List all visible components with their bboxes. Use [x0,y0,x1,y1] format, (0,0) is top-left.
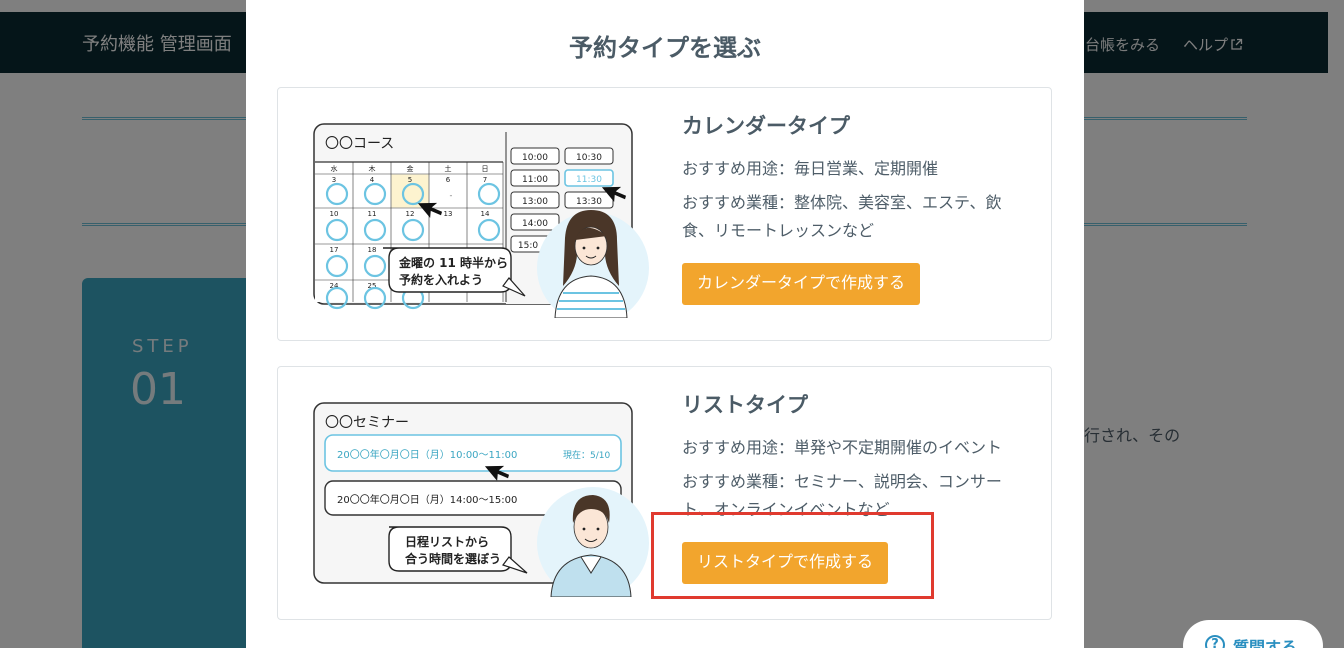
list-illustration: 〇〇セミナー 20〇〇年〇月〇日（月）10:00〜11:00 現在：5/10 2… [313,402,649,597]
svg-text:11:30: 11:30 [576,175,602,185]
svg-text:3: 3 [332,176,336,184]
svg-text:15:0: 15:0 [518,241,538,251]
calendar-use-case: おすすめ用途：毎日営業、定期開催 [682,159,939,178]
calendar-illustration: 〇〇コース 水 木 金 土 日 3 4 5 6 7 10 11 12 13 14… [313,123,649,318]
svg-text:11:00: 11:00 [522,175,548,185]
ask-question-button[interactable]: ? 質問する [1183,620,1323,648]
svg-text:日: 日 [482,165,489,173]
svg-text:18: 18 [368,246,377,254]
calendar-industries: おすすめ業種：整体院、美容室、エステ、飲食、リモートレッスンなど [682,193,1002,240]
svg-text:水: 水 [331,164,338,173]
svg-text:5: 5 [408,176,412,184]
svg-text:〇〇コース: 〇〇コース [325,136,394,152]
svg-text:4: 4 [370,176,375,184]
svg-text:10:30: 10:30 [576,153,602,163]
calendar-type-card: 〇〇コース 水 木 金 土 日 3 4 5 6 7 10 11 12 13 14… [277,87,1052,341]
calendar-type-details: カレンダータイプ おすすめ用途：毎日営業、定期開催 おすすめ業種：整体院、美容室… [682,110,1032,305]
create-calendar-type-button[interactable]: カレンダータイプで作成する [682,263,921,305]
svg-text:13: 13 [444,210,453,218]
svg-text:現在：5/10: 現在：5/10 [563,449,610,461]
modal-title: 予約タイプを選ぶ [569,34,761,62]
calendar-type-title: カレンダータイプ [682,114,850,138]
svg-text:20〇〇年〇月〇日（月）14:00〜15:00: 20〇〇年〇月〇日（月）14:00〜15:00 [337,493,517,506]
svg-text:日程リストから: 日程リストから [405,534,489,549]
svg-text:11: 11 [368,210,377,218]
list-use-case: おすすめ用途：単発や不定期開催のイベント [682,438,1003,457]
svg-text:木: 木 [369,164,376,173]
svg-text:6: 6 [446,176,451,184]
svg-text:12: 12 [406,210,415,218]
question-icon: ? [1205,635,1225,648]
svg-text:金: 金 [407,164,414,173]
svg-text:〇〇セミナー: 〇〇セミナー [325,415,409,431]
svg-text:合う時間を選ぼう: 合う時間を選ぼう [405,551,501,566]
svg-text:13:30: 13:30 [576,197,602,207]
svg-text:20〇〇年〇月〇日（月）10:00〜11:00: 20〇〇年〇月〇日（月）10:00〜11:00 [337,448,517,461]
svg-text:10:00: 10:00 [522,153,548,163]
svg-text:14:00: 14:00 [522,219,548,229]
svg-text:7: 7 [483,176,487,184]
svg-text:-: - [450,191,453,200]
svg-text:14: 14 [481,210,490,218]
ask-question-label: 質問する [1233,638,1298,648]
type-select-modal: 予約タイプを選ぶ 〇〇コース 水 木 金 土 日 3 4 5 6 7 10 11… [246,0,1084,648]
svg-text:予約を入れよう: 予約を入れよう [399,272,483,287]
svg-text:13:00: 13:00 [522,197,548,207]
svg-text:10: 10 [330,210,339,218]
list-type-title: リストタイプ [682,393,808,417]
svg-text:金曜の 11 時半から: 金曜の 11 時半から [398,255,508,270]
red-highlight-box [651,512,934,599]
svg-text:17: 17 [330,246,339,254]
svg-text:土: 土 [445,164,452,173]
